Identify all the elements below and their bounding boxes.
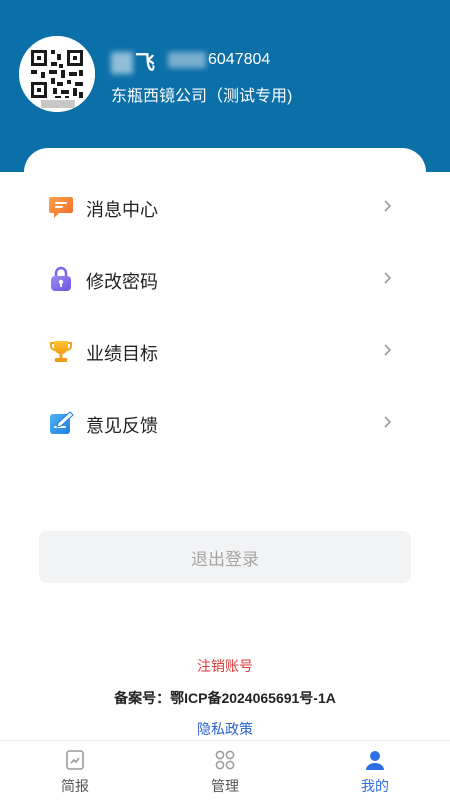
qr-code-icon [19,36,95,112]
lock-icon [51,266,71,291]
menu-item-messages[interactable]: 消息中心 [24,178,426,234]
chevron-right-icon [384,416,392,428]
menu-item-feedback[interactable]: 意见反馈 [24,394,426,450]
chevron-right-icon [384,200,392,212]
masked-phone-block [168,51,206,68]
cancel-account-link[interactable]: 注销账号 [0,656,450,676]
menu-item-performance-goals[interactable]: 业绩目标 [24,322,426,378]
logout-button[interactable]: 退出登录 [39,531,411,583]
user-name: 飞 [111,46,156,75]
grid-icon [215,750,235,770]
menu-item-label: 意见反馈 [86,416,158,436]
profile-header: 飞 6047804 东瓶西镜公司（测试专用) [0,0,450,172]
privacy-policy-link[interactable]: 隐私政策 [0,719,450,739]
user-name-text: 飞 [135,51,156,74]
user-phone-text: 6047804 [208,51,271,68]
tab-manage[interactable]: 管理 [150,741,300,800]
user-info: 飞 6047804 [111,46,270,75]
tab-label: 我的 [361,778,389,794]
menu-item-change-password[interactable]: 修改密码 [24,250,426,306]
tab-report[interactable]: 简报 [0,741,150,800]
menu-card: 消息中心 修改密码 业绩目标 意见反馈 [24,148,426,558]
tab-mine[interactable]: 我的 [300,741,450,800]
trophy-icon [50,341,72,362]
masked-name-block [111,52,133,75]
menu-item-label: 消息中心 [86,200,158,220]
feedback-icon [50,411,74,434]
tab-label: 管理 [211,778,239,794]
user-icon [366,751,384,770]
icp-record-text: 备案号：鄂ICP备2024065691号-1A [114,690,336,706]
chevron-right-icon [384,344,392,356]
bottom-tab-bar: 简报 管理 我的 [0,740,450,800]
report-icon [66,750,84,770]
tab-label: 简报 [61,778,89,794]
avatar-qr-code[interactable] [19,36,95,112]
user-phone: 6047804 [168,51,270,69]
message-icon [49,197,73,218]
company-name: 东瓶西镜公司（测试专用) [111,88,293,105]
menu-item-label: 业绩目标 [86,344,158,364]
menu-item-label: 修改密码 [86,272,158,292]
chevron-right-icon [384,272,392,284]
